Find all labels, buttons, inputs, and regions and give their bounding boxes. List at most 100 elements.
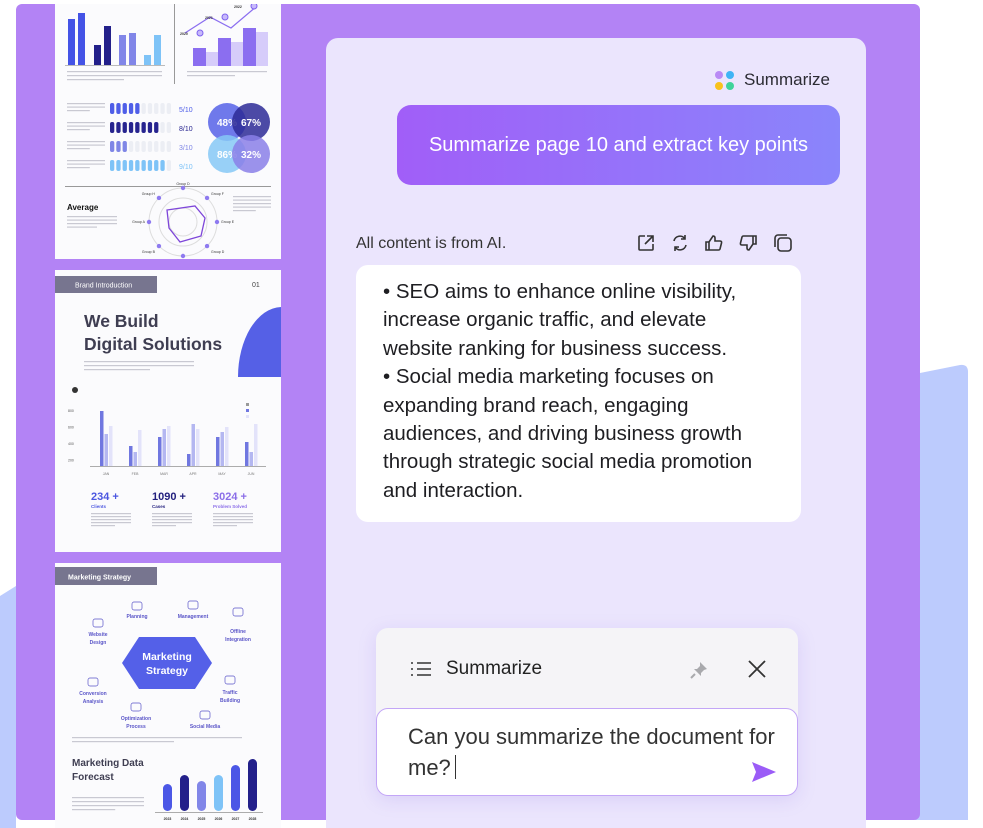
radar-ring (168, 207, 198, 237)
body-text-line (152, 516, 192, 518)
radar-group-label: Group H (142, 192, 156, 196)
body-text-line (213, 522, 253, 524)
progress-segment (141, 141, 146, 152)
send-icon[interactable] (751, 761, 777, 783)
progress-segment (160, 103, 165, 114)
body-text-line (67, 122, 105, 124)
export-icon[interactable] (636, 233, 656, 253)
bar (196, 429, 200, 466)
thumbs-up-icon[interactable] (704, 233, 724, 253)
body-text-line (187, 75, 235, 77)
bar (218, 38, 231, 66)
body-text-line (72, 809, 116, 811)
copy-icon[interactable] (772, 233, 794, 253)
progress-segment (110, 122, 115, 133)
node-label: Design (90, 640, 107, 646)
body-text-line (67, 110, 90, 112)
bar (249, 452, 253, 466)
progress-segment (166, 103, 171, 114)
body-text-line (67, 216, 117, 218)
bar (193, 48, 206, 66)
x-axis (90, 466, 266, 467)
progress-segment (110, 160, 115, 171)
radar-node (180, 185, 186, 191)
bar (104, 26, 111, 65)
divider (174, 4, 175, 84)
body-text-line (213, 525, 237, 527)
radar-group-label: Group A (132, 220, 146, 224)
forecast-bar (180, 775, 189, 811)
progress-segment (135, 141, 140, 152)
y-tick: 200 (68, 459, 74, 463)
page-thumbnail-3[interactable]: Marketing Strategy Marketing Strategy Plann… (55, 563, 281, 828)
hub-hexagon (122, 637, 212, 689)
radar-node (204, 195, 210, 201)
progress-label: 5/10 (179, 107, 193, 114)
chat-input[interactable]: Can you summarize the document for me? (376, 708, 798, 796)
bar (167, 426, 171, 466)
body-text-line (72, 797, 144, 799)
body-text-line (152, 525, 176, 527)
node-label: Analysis (83, 699, 104, 705)
body-text-line (67, 223, 117, 225)
body-text-line (67, 106, 105, 108)
progress-label: 3/10 (179, 145, 193, 152)
forecast-bar (214, 775, 223, 811)
x-axis (155, 812, 263, 813)
body-text-line (152, 513, 192, 515)
page-thumbnail-1[interactable]: 2020 2021 2022 5/10 8/10 3/10 9/10 48% 67% 86% 32%… (55, 4, 281, 259)
axis (65, 65, 165, 66)
body-text-line (233, 196, 271, 198)
bar (220, 432, 224, 466)
page-thumbnail-2[interactable]: Brand Introduction 01 We Build Digital Solu… (55, 270, 281, 552)
node-icon (131, 601, 143, 611)
body-text-line (67, 163, 105, 165)
list-icon (411, 662, 431, 676)
year-label: 2026 (215, 817, 223, 821)
radar-node (146, 219, 152, 225)
year-label: 2021 (205, 16, 213, 20)
body-text-line (233, 206, 271, 208)
bar (225, 427, 229, 466)
widget-title: Summarize (446, 658, 543, 679)
progress-segment (128, 103, 134, 114)
legend-swatch (246, 415, 249, 418)
progress-segment (128, 122, 134, 133)
y-tick: 600 (68, 426, 74, 430)
legend-swatch (246, 409, 249, 412)
close-icon[interactable] (746, 658, 768, 680)
node-label: Planning (126, 614, 147, 620)
panel-header-label: Summarize (744, 70, 830, 89)
progress-segment (135, 122, 140, 133)
progress-segment (116, 103, 121, 114)
progress-segment (166, 122, 171, 133)
body-text-line (67, 141, 105, 143)
message-actions (636, 233, 794, 253)
panel-header: Summarize (715, 70, 830, 90)
body-text-line (233, 210, 256, 212)
response-point-2: • Social media marketing focuses on expa… (383, 365, 753, 502)
month-label: JAN (103, 472, 110, 476)
progress-segment (110, 103, 115, 114)
radar-node (204, 243, 210, 249)
regenerate-icon[interactable] (670, 233, 690, 253)
forecast-bar (163, 784, 172, 811)
progress-segment (147, 122, 153, 133)
progress-segment (122, 141, 127, 152)
thumbs-down-icon[interactable] (738, 233, 758, 253)
divider (65, 186, 271, 187)
node-label: Website (88, 632, 107, 638)
body-text-line (233, 203, 271, 205)
bar (191, 424, 195, 466)
node-icon (224, 675, 236, 685)
venn-value: 67% (241, 118, 261, 129)
point (196, 29, 204, 37)
bar (119, 35, 126, 65)
month-label: MAR (160, 472, 168, 476)
body-text-line (91, 525, 115, 527)
bar (104, 434, 108, 466)
widget-header: Summarize (410, 658, 542, 680)
pin-icon[interactable] (689, 660, 709, 680)
body-text-line (152, 519, 192, 521)
bar (94, 45, 101, 65)
